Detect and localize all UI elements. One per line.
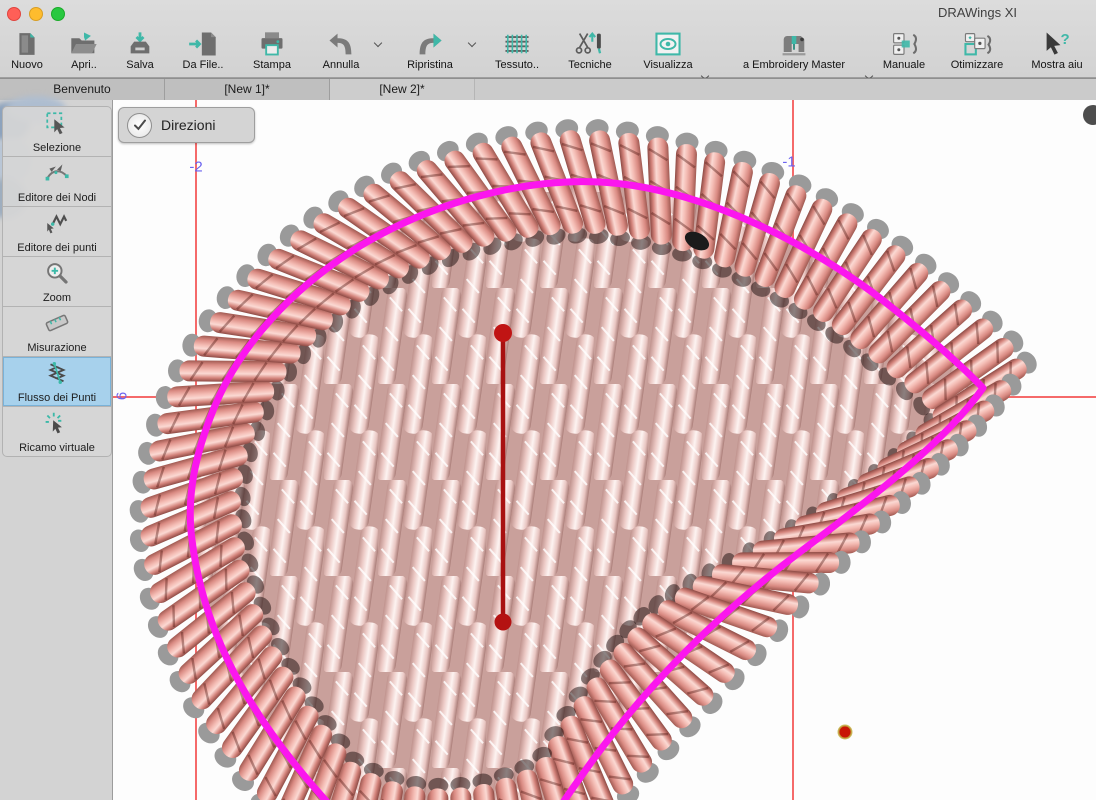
- document-tabbar: Benvenuto [New 1]* [New 2]*: [0, 78, 1096, 101]
- redo-dropdown-chevron-icon[interactable]: [468, 38, 477, 47]
- toolbar-button-embroidery-master[interactable]: a Embroidery Master: [718, 26, 870, 71]
- main-toolbar: Nuovo Apri.. Salva Da File..: [0, 26, 1096, 77]
- techniques-icon: [575, 28, 605, 58]
- undo-icon: [326, 28, 356, 58]
- toolbar-button-tessuto[interactable]: Tessuto..: [486, 26, 548, 71]
- sidebar-item-label: Editore dei punti: [17, 242, 97, 254]
- save-icon: [126, 28, 154, 58]
- toolbar-button-annulla[interactable]: Annulla: [312, 26, 370, 71]
- zoom-icon: [44, 260, 70, 291]
- sidebar-item-label: Selezione: [33, 142, 81, 154]
- toolbox-panel: Selezione Editore dei Nodi Editore dei p…: [2, 106, 112, 457]
- toolbar-label: Visualizza: [643, 59, 692, 71]
- from-file-icon: [188, 28, 218, 58]
- toolbar-button-otimizzare[interactable]: Otimizzare: [940, 26, 1014, 71]
- toolbar-button-apri[interactable]: Apri..: [58, 26, 110, 71]
- sidebar-item-label: Zoom: [43, 292, 71, 304]
- measure-icon: [44, 310, 70, 341]
- node-editor-icon: [44, 160, 70, 191]
- sidebar-item-label: Ricamo virtuale: [19, 442, 95, 454]
- toolbar-label: Mostra aiu: [1031, 59, 1082, 71]
- toolbar-label: Ripristina: [407, 59, 453, 71]
- grid-label-x-minus2: -2: [189, 159, 202, 176]
- new-file-icon: [14, 28, 40, 58]
- toolbar-button-salva[interactable]: Salva: [116, 26, 164, 71]
- design-canvas[interactable]: -2 -1 6 Direzioni: [113, 100, 1096, 800]
- traffic-lights: [7, 7, 65, 21]
- zoom-window-button[interactable]: [51, 7, 65, 21]
- toolbar-label: Stampa: [253, 59, 291, 71]
- tools-sidebar: Selezione Editore dei Nodi Editore dei p…: [0, 100, 113, 800]
- toolbar-button-visualizza[interactable]: Visualizza: [630, 26, 706, 71]
- redo-icon: [415, 28, 445, 58]
- embroidery-machine-icon: [778, 28, 810, 58]
- toolbar-label: Tessuto..: [495, 59, 539, 71]
- sidebar-item-editore-dei-punti[interactable]: Editore dei punti: [3, 207, 111, 257]
- window-title: DRAWings XI: [938, 5, 1017, 20]
- tab-new-1[interactable]: [New 1]*: [165, 79, 330, 101]
- tabbar-filler: [475, 79, 1096, 101]
- toolbar-label: Salva: [126, 59, 154, 71]
- fabric-icon: [502, 28, 532, 58]
- view-eye-icon: [653, 28, 683, 58]
- toolbar-button-manuale[interactable]: Manuale: [876, 26, 932, 71]
- minimize-window-button[interactable]: [29, 7, 43, 21]
- tab-new-2[interactable]: [New 2]*: [330, 79, 475, 101]
- grid-label-x-minus1: -1: [782, 154, 795, 171]
- directions-toggle-button[interactable]: Direzioni: [118, 107, 255, 143]
- help-cursor-icon: ?: [1042, 28, 1072, 58]
- toolbar-button-stampa[interactable]: Stampa: [242, 26, 302, 71]
- stitch-editor-icon: [44, 210, 70, 241]
- toolbar-button-tecniche[interactable]: Tecniche: [560, 26, 620, 71]
- toolbar-label: Tecniche: [568, 59, 611, 71]
- directions-button-label: Direzioni: [161, 117, 215, 133]
- toolbar-button-ripristina[interactable]: Ripristina: [396, 26, 464, 71]
- selection-icon: [44, 110, 70, 141]
- toolbar-label: Apri..: [71, 59, 97, 71]
- sidebar-item-misurazione[interactable]: Misurazione: [3, 307, 111, 357]
- sidebar-item-label: Misurazione: [27, 342, 86, 354]
- toolbar-label: a Embroidery Master: [743, 59, 845, 71]
- print-icon: [258, 28, 286, 58]
- toolbar-button-mostra-aiuto[interactable]: ? Mostra aiu: [1022, 26, 1092, 71]
- undo-dropdown-chevron-icon[interactable]: [374, 38, 383, 47]
- toolbar-button-nuovo[interactable]: Nuovo: [4, 26, 50, 71]
- virtual-embroidery-icon: [44, 410, 70, 441]
- check-icon: [127, 113, 152, 138]
- toolbar-label: Nuovo: [11, 59, 43, 71]
- window-chrome: DRAWings XI Nuovo Apri.. Salva: [0, 0, 1096, 78]
- sidebar-item-selezione[interactable]: Selezione: [3, 107, 111, 157]
- embroidery-scene: [113, 100, 1096, 800]
- node-point[interactable]: [839, 726, 852, 739]
- sidebar-item-ricamo-virtuale[interactable]: Ricamo virtuale: [3, 407, 111, 456]
- dark-stitch-shadow: [1083, 105, 1096, 125]
- sidebar-item-flusso-dei-punti[interactable]: Flusso dei Punti: [3, 357, 111, 407]
- toolbar-label: Annulla: [323, 59, 360, 71]
- sidebar-item-zoom[interactable]: Zoom: [3, 257, 111, 307]
- stitch-flow-icon: [44, 360, 70, 391]
- close-window-button[interactable]: [7, 7, 21, 21]
- sidebar-item-label: Editore dei Nodi: [18, 192, 96, 204]
- toolbar-button-da-file[interactable]: Da File..: [172, 26, 234, 71]
- drawings-app-window: DRAWings XI Nuovo Apri.. Salva: [0, 0, 1096, 800]
- open-file-icon: [69, 28, 99, 58]
- optimize-icon: [962, 28, 992, 58]
- toolbar-label: Otimizzare: [951, 59, 1004, 71]
- toolbar-label: Da File..: [183, 59, 224, 71]
- sidebar-item-label: Flusso dei Punti: [18, 392, 96, 404]
- manual-icon: [889, 28, 919, 58]
- toolbar-label: Manuale: [883, 59, 925, 71]
- sidebar-item-editore-dei-nodi[interactable]: Editore dei Nodi: [3, 157, 111, 207]
- grid-label-y-6: 6: [114, 392, 131, 400]
- svg-text:?: ?: [1060, 31, 1069, 48]
